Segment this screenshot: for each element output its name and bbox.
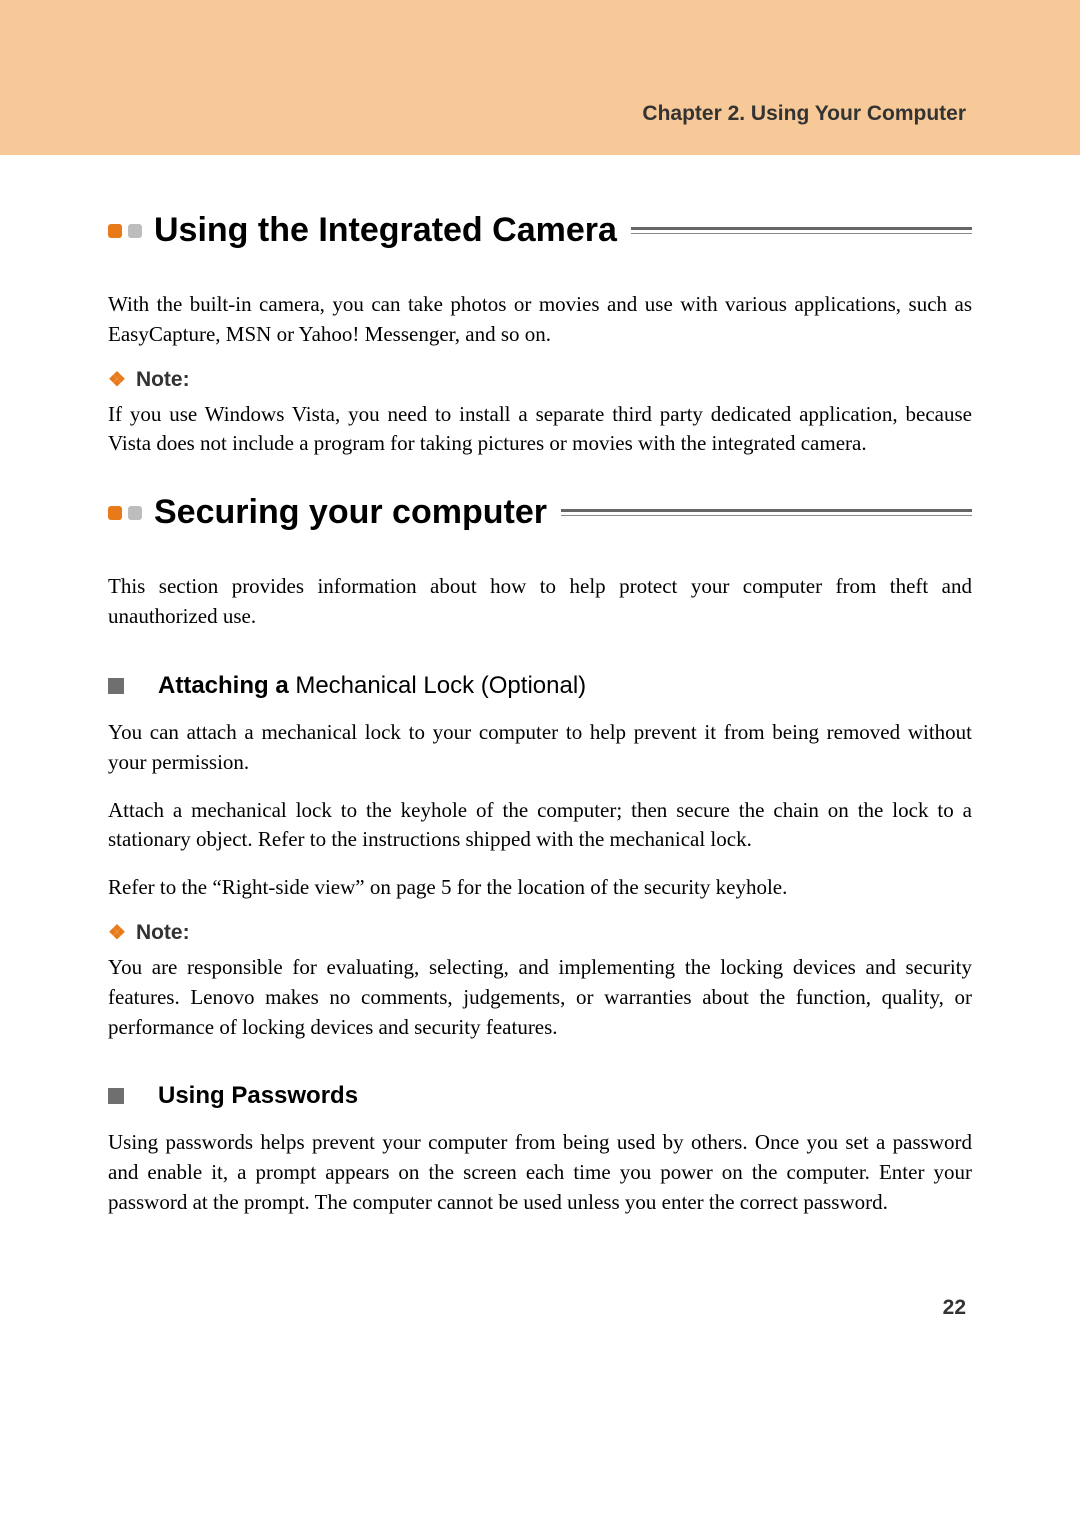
section-heading-securing: Securing your computer — [108, 493, 972, 532]
subheading-mechanical-lock: Attaching a Mechanical Lock (Optional) — [108, 672, 972, 700]
diamond-icon: ❖ — [108, 370, 126, 390]
page-content: Using the Integrated Camera With the bui… — [0, 211, 1080, 1218]
body-paragraph: Attach a mechanical lock to the keyhole … — [108, 796, 972, 856]
note-body: If you use Windows Vista, you need to in… — [108, 400, 972, 460]
subheading-title-bold: Using Passwords — [158, 1082, 358, 1109]
subheading-using-passwords: Using Passwords — [108, 1082, 972, 1110]
section-title: Using the Integrated Camera — [154, 211, 617, 250]
subheading-title-bold: Attaching a — [158, 672, 295, 699]
body-paragraph: Refer to the “Right-side view” on page 5… — [108, 873, 972, 903]
body-paragraph: Using passwords helps prevent your compu… — [108, 1128, 972, 1217]
note-label: ❖ Note: — [108, 368, 972, 392]
heading-rule-icon — [561, 509, 972, 516]
body-paragraph: This section provides information about … — [108, 572, 972, 632]
body-paragraph: You can attach a mechanical lock to your… — [108, 718, 972, 778]
subheading-title: Attaching a Mechanical Lock (Optional) — [158, 672, 586, 700]
note-label-text: Note: — [136, 921, 190, 945]
square-bullet-icon — [108, 678, 124, 694]
square-bullet-icon — [108, 1088, 124, 1104]
square-icon — [128, 506, 142, 520]
diamond-icon: ❖ — [108, 923, 126, 943]
square-icon — [108, 224, 122, 238]
square-icon — [108, 506, 122, 520]
note-label: ❖ Note: — [108, 921, 972, 945]
body-paragraph: With the built-in camera, you can take p… — [108, 290, 972, 350]
square-icon — [128, 224, 142, 238]
heading-rule-icon — [631, 227, 972, 234]
page-header: Chapter 2. Using Your Computer — [0, 0, 1080, 155]
note-label-text: Note: — [136, 368, 190, 392]
note-body: You are responsible for evaluating, sele… — [108, 953, 972, 1042]
subheading-title: Using Passwords — [158, 1082, 358, 1110]
document-page: Chapter 2. Using Your Computer Using the… — [0, 0, 1080, 1360]
subheading-title-rest: Mechanical Lock (Optional) — [295, 672, 586, 699]
chapter-label: Chapter 2. Using Your Computer — [642, 102, 966, 126]
section-title: Securing your computer — [154, 493, 547, 532]
page-number: 22 — [0, 1236, 1080, 1360]
section-heading-camera: Using the Integrated Camera — [108, 211, 972, 250]
heading-bullets-icon — [108, 506, 154, 520]
heading-bullets-icon — [108, 224, 154, 238]
